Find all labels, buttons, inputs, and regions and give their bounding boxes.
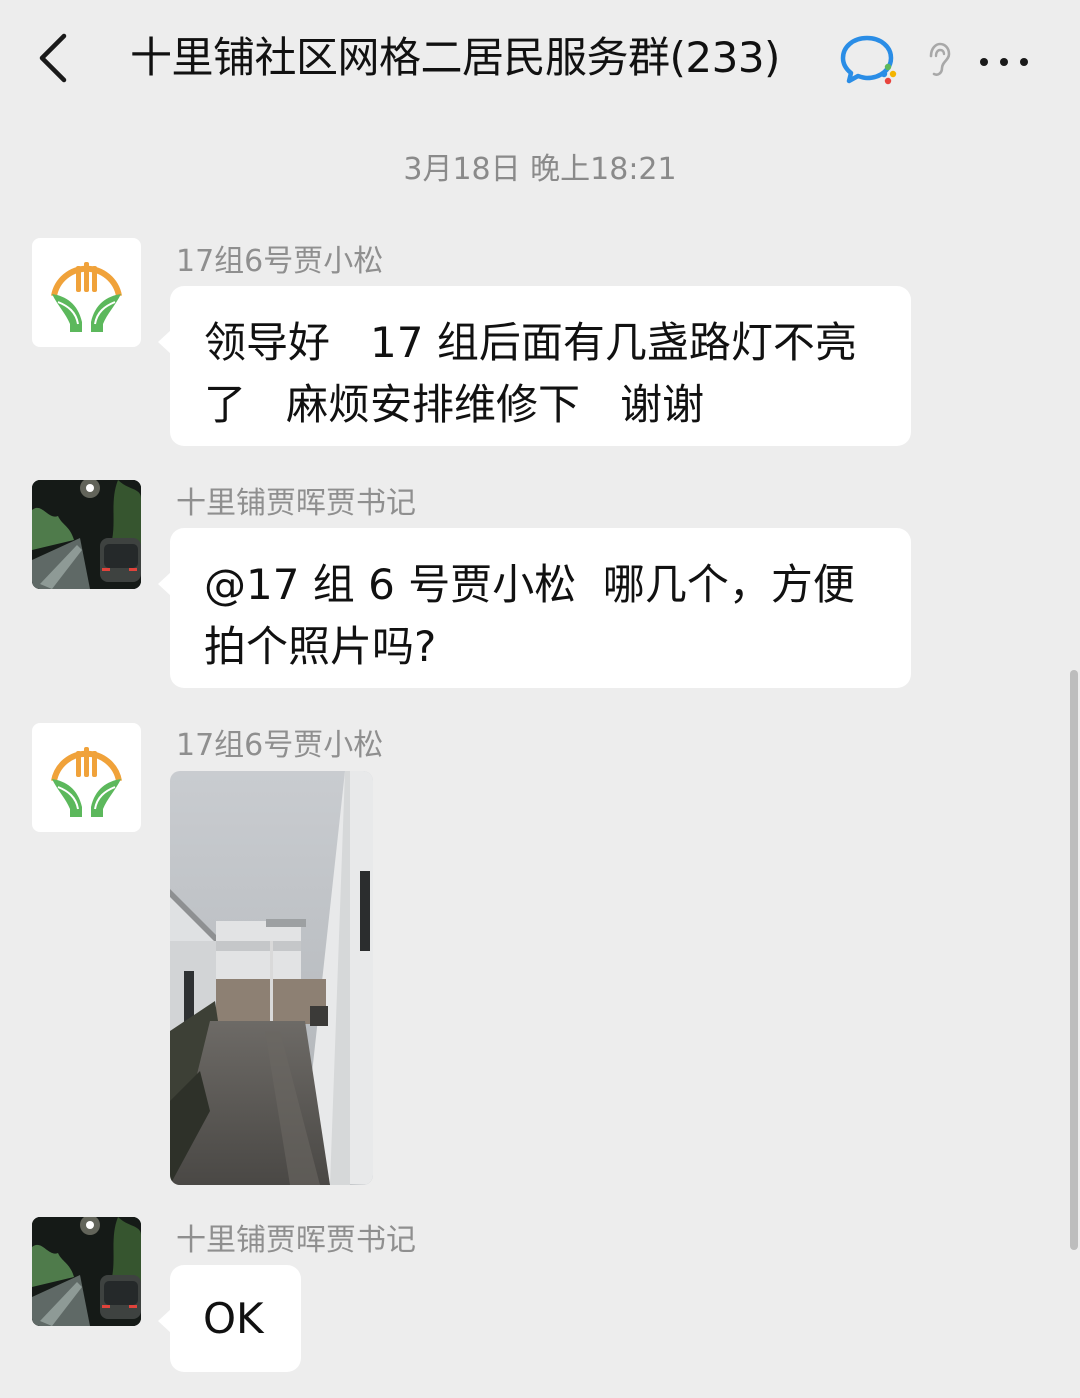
scrollbar[interactable] — [1070, 670, 1078, 1250]
sender-name: 十里铺贾晖贾书记 — [176, 1223, 416, 1258]
ear-icon[interactable] — [922, 40, 952, 80]
ellipsis-icon — [980, 58, 1028, 66]
more-button[interactable] — [972, 40, 1036, 84]
sender-name: 17组6号贾小松 — [176, 728, 384, 763]
grain-logo-avatar[interactable] — [32, 238, 141, 347]
message-bubble[interactable]: @17 组 6 号贾小松 哪几个，方便拍个照片吗? — [158, 528, 911, 688]
message-timestamp: 3月18日 晚上18:21 — [403, 152, 677, 187]
sender-name: 17组6号贾小松 — [176, 244, 384, 279]
message-bubble[interactable]: OK — [158, 1265, 301, 1372]
wecom-chat-icon[interactable] — [840, 34, 902, 88]
grain-logo-avatar[interactable] — [32, 723, 141, 832]
chat-title[interactable]: 十里铺社区网格二居民服务群(233) — [130, 28, 780, 88]
night-street-avatar[interactable] — [32, 480, 141, 589]
back-button[interactable] — [28, 26, 84, 90]
chat-header: 十里铺社区网格二居民服务群(233) — [0, 0, 1080, 122]
night-street-avatar[interactable] — [32, 1217, 141, 1326]
chevron-left-icon — [39, 33, 67, 83]
alley-photo[interactable] — [170, 771, 373, 1185]
sender-name: 十里铺贾晖贾书记 — [176, 486, 416, 521]
message-bubble[interactable]: 领导好 17 组后面有几盏路灯不亮了 麻烦安排维修下 谢谢 — [158, 286, 911, 446]
